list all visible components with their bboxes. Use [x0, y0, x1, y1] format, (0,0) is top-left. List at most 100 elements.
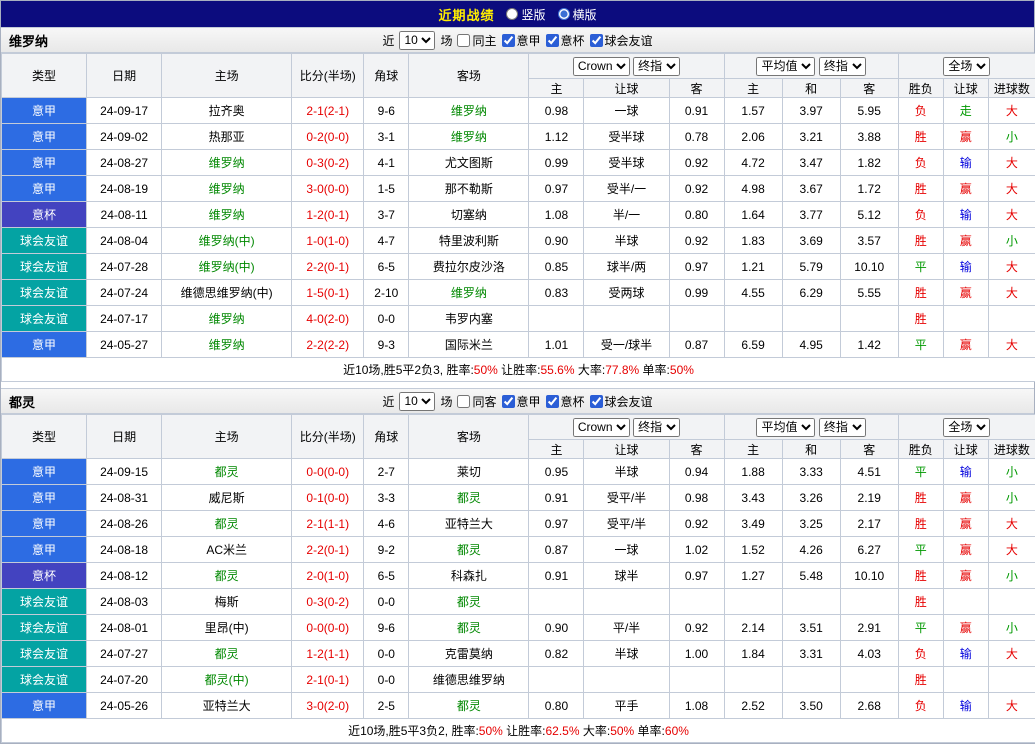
col-header-type: 类型 — [2, 54, 87, 98]
bookmaker-select[interactable]: Crown — [573, 418, 630, 437]
result-handicap: 赢 — [943, 615, 988, 641]
match-count-select[interactable]: 10 — [399, 31, 435, 50]
subcol-ah-line: 让球 — [584, 440, 669, 459]
result-handicap: 赢 — [943, 332, 988, 358]
away-team: 都灵 — [409, 589, 529, 615]
friendly-checkbox[interactable] — [590, 395, 603, 408]
coppa-label: 意杯 — [561, 393, 585, 410]
league-badge: 球会友谊 — [2, 254, 87, 280]
same-venue-checkbox[interactable] — [457, 34, 470, 47]
layout-option-vertical[interactable]: 竖版 — [506, 6, 545, 23]
summary-stat-label: 大率: — [580, 724, 611, 738]
friendly-checkbox[interactable] — [590, 34, 603, 47]
coppa-checkbox[interactable] — [546, 34, 559, 47]
result-outcome: 胜 — [898, 589, 943, 615]
summary-stat-value: 50% — [670, 363, 694, 377]
ah-line: 平手 — [584, 693, 669, 719]
seriea-checkbox[interactable] — [502, 395, 515, 408]
league-badge: 意杯 — [2, 563, 87, 589]
horizontal-layout-radio[interactable] — [558, 8, 570, 20]
euro-draw-odds: 4.26 — [782, 537, 840, 563]
result-handicap: 赢 — [943, 124, 988, 150]
layout-option-horizontal[interactable]: 横版 — [558, 6, 597, 23]
league-filter-seriea[interactable]: 意甲 — [502, 393, 541, 410]
league-filter-friendly[interactable]: 球会友谊 — [590, 393, 653, 410]
ah-line: 受平/半 — [584, 485, 669, 511]
ah-line — [584, 589, 669, 615]
league-badge: 球会友谊 — [2, 280, 87, 306]
corner-score: 9-6 — [364, 615, 409, 641]
subcol-result: 胜负 — [898, 79, 943, 98]
corner-score: 6-5 — [364, 254, 409, 280]
league-filter-seriea[interactable]: 意甲 — [502, 32, 541, 49]
result-outcome: 胜 — [898, 563, 943, 589]
euro-odds-stage-select[interactable]: 终指 — [819, 418, 866, 437]
away-team: 特里波利斯 — [409, 228, 529, 254]
result-outcome: 平 — [898, 332, 943, 358]
league-filter-coppa[interactable]: 意杯 — [546, 32, 585, 49]
result-handicap: 输 — [943, 641, 988, 667]
seriea-label: 意甲 — [517, 32, 541, 49]
ah-home-odds: 1.12 — [529, 124, 584, 150]
result-outcome: 负 — [898, 150, 943, 176]
away-team: 都灵 — [409, 693, 529, 719]
bookmaker-select[interactable]: Crown — [573, 57, 630, 76]
euro-source-select[interactable]: 平均值 — [756, 418, 815, 437]
vertical-layout-radio[interactable] — [506, 8, 518, 20]
result-goals: 小 — [988, 615, 1035, 641]
coppa-checkbox[interactable] — [546, 395, 559, 408]
euro-away-odds: 5.55 — [840, 280, 898, 306]
corner-score: 3-3 — [364, 485, 409, 511]
match-row: 球会友谊24-08-03梅斯0-3(0-2)0-0都灵胜 — [2, 589, 1035, 615]
ah-home-odds: 0.85 — [529, 254, 584, 280]
corner-score: 4-7 — [364, 228, 409, 254]
score-halftime: 2-2(0-1) — [292, 537, 364, 563]
euro-draw-odds: 3.97 — [782, 98, 840, 124]
euro-draw-odds: 4.95 — [782, 332, 840, 358]
subcol-handicap-result: 让球 — [943, 79, 988, 98]
same-venue-option[interactable]: 同主 — [457, 32, 496, 49]
seriea-label: 意甲 — [517, 393, 541, 410]
match-row: 意甲24-08-26都灵2-1(1-1)4-6亚特兰大0.97受平/半0.923… — [2, 511, 1035, 537]
recent-results-panel: 近期战绩 竖版 横版 维罗纳 近 10 场 同主 意甲 — [0, 0, 1035, 744]
ah-odds-stage-select[interactable]: 终指 — [633, 418, 680, 437]
match-date: 24-08-26 — [87, 511, 162, 537]
league-filter-friendly[interactable]: 球会友谊 — [590, 32, 653, 49]
score-halftime: 0-3(0-2) — [292, 150, 364, 176]
league-badge: 球会友谊 — [2, 228, 87, 254]
summary-stat-label: 胜率: — [451, 724, 478, 738]
team-name: 维罗纳 — [1, 31, 48, 50]
match-row: 意甲24-05-26亚特兰大3-0(2-0)2-5都灵0.80平手1.082.5… — [2, 693, 1035, 719]
euro-draw-odds: 6.29 — [782, 280, 840, 306]
subcol-ah-home: 主 — [529, 440, 584, 459]
euro-draw-odds — [782, 589, 840, 615]
corner-score: 0-0 — [364, 589, 409, 615]
ah-home-odds: 0.95 — [529, 459, 584, 485]
games-label: 场 — [440, 393, 452, 410]
match-row: 意杯24-08-11维罗纳1-2(0-1)3-7切塞纳1.08半/一0.801.… — [2, 202, 1035, 228]
euro-draw-odds: 3.21 — [782, 124, 840, 150]
ah-home-odds — [529, 589, 584, 615]
ah-away-odds: 0.92 — [669, 511, 724, 537]
euro-draw-odds: 3.67 — [782, 176, 840, 202]
match-count-select[interactable]: 10 — [399, 392, 435, 411]
summary-stat-value: 62.5% — [545, 724, 579, 738]
home-team: 亚特兰大 — [162, 693, 292, 719]
near-label: 近 — [382, 32, 394, 49]
ah-line — [584, 306, 669, 332]
seriea-checkbox[interactable] — [502, 34, 515, 47]
ah-away-odds: 0.97 — [669, 563, 724, 589]
same-venue-checkbox[interactable] — [457, 395, 470, 408]
league-filter-coppa[interactable]: 意杯 — [546, 393, 585, 410]
ah-odds-stage-select[interactable]: 终指 — [633, 57, 680, 76]
euro-odds-stage-select[interactable]: 终指 — [819, 57, 866, 76]
result-scope-select[interactable]: 全场 — [943, 418, 990, 437]
subcol-ah-away: 客 — [669, 79, 724, 98]
result-scope-select[interactable]: 全场 — [943, 57, 990, 76]
euro-home-odds — [724, 589, 782, 615]
result-outcome: 胜 — [898, 485, 943, 511]
away-team: 都灵 — [409, 485, 529, 511]
corner-score: 9-2 — [364, 537, 409, 563]
euro-source-select[interactable]: 平均值 — [756, 57, 815, 76]
same-venue-option[interactable]: 同客 — [457, 393, 496, 410]
